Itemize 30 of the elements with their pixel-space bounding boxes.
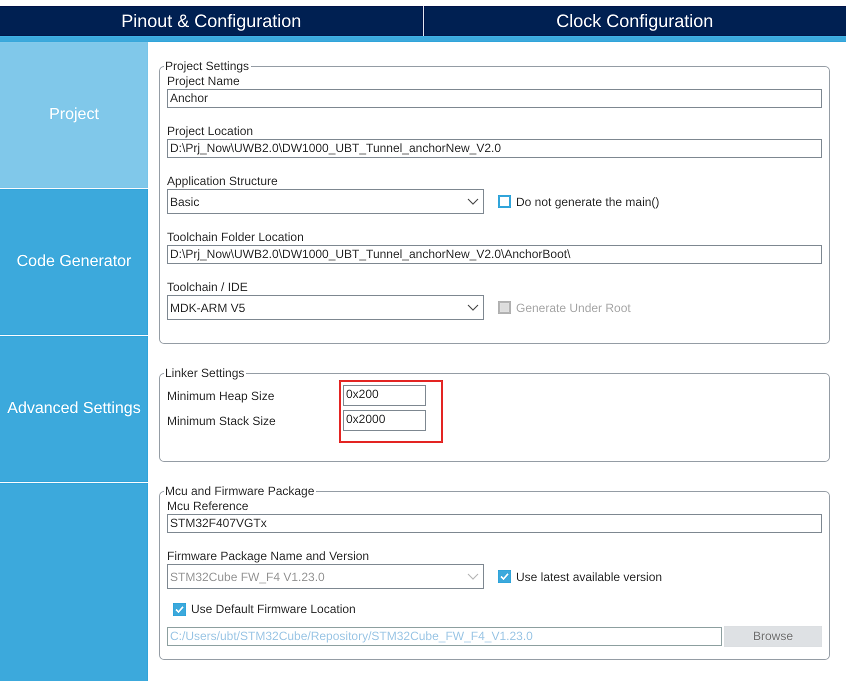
field-label: Minimum Stack Size [167,413,277,430]
field-label: Toolchain Folder Location [167,229,305,245]
checkbox[interactable] [173,602,186,616]
group-title: Linker Settings [164,366,246,380]
checkbox-label: Generate Under Root [516,300,631,316]
field-label: Toolchain / IDE [167,279,249,295]
checkbox-label: Do not generate the main() [516,194,660,210]
input-field[interactable]: 0x2000 [343,410,426,431]
field-label: Mcu Reference [167,498,250,514]
input-field[interactable]: D:\Prj_Now\UWB2.0\DW1000_UBT_Tunnel_anchorNew_V2.0\AnchorBoot\ [167,245,822,264]
chevron-icon [467,304,479,311]
group-title: Mcu and Firmware Package [164,484,316,498]
chevron-icon [467,573,479,580]
input-field[interactable]: D:\Prj_Now\UWB2.0\DW1000_UBT_Tunnel_anchorNew_V2.0 [167,139,822,158]
field-label: Minimum Heap Size [167,388,276,405]
field-label: Project Location [167,123,254,139]
tab[interactable]: Pinout & Configuration [0,6,422,36]
dropdown[interactable]: MDK-ARM V5 [167,295,484,320]
input-field[interactable]: 0x200 [343,385,426,406]
input-field[interactable]: STM32F407VGTx [167,514,822,533]
checkbox-label: Use Default Firmware Location [191,601,356,618]
checkbox-label: Use latest available version [516,568,662,586]
chevron-icon [467,198,479,205]
field-label: Firmware Package Name and Version [167,548,370,564]
input-field[interactable]: Anchor [167,89,822,108]
field-label: Application Structure [167,173,279,189]
group-title: Project Settings [164,59,250,73]
dropdown[interactable]: Basic [167,189,484,214]
field-label: Project Name [167,73,241,89]
checkbox[interactable] [498,195,511,208]
